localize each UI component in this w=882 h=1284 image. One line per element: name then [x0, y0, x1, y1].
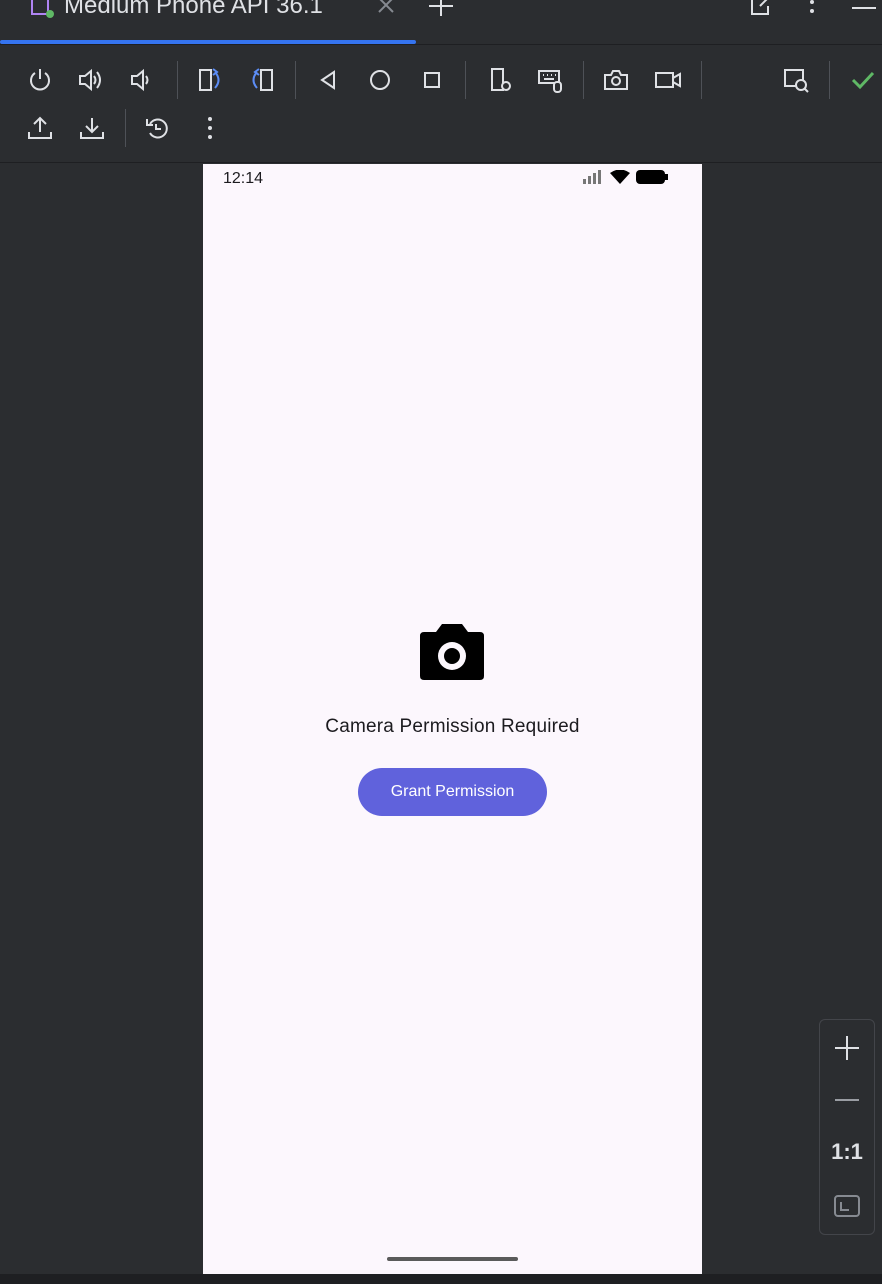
inspect-icon[interactable] [778, 62, 814, 98]
tab-bar: Medium Phone API 36.1 [0, 0, 882, 45]
toolbar-divider [701, 61, 702, 99]
device-tab-icon [30, 0, 54, 20]
rotate-left-icon[interactable] [192, 62, 228, 98]
emulator-toolbar [0, 45, 882, 163]
toolbar-divider [465, 61, 466, 99]
more-options-icon[interactable] [804, 0, 820, 18]
grant-permission-button[interactable]: Grant Permission [358, 768, 547, 816]
check-icon[interactable] [845, 62, 881, 98]
gesture-home-indicator[interactable] [387, 1257, 518, 1261]
toolbar-divider [295, 61, 296, 99]
screenshot-icon[interactable] [598, 62, 634, 98]
volume-up-icon[interactable] [73, 62, 109, 98]
rotate-right-icon[interactable] [244, 62, 280, 98]
toolbar-divider [125, 109, 126, 147]
actual-size-label: 1:1 [831, 1139, 863, 1164]
back-icon[interactable] [310, 62, 346, 98]
plus-icon[interactable] [428, 0, 454, 18]
volume-down-icon[interactable] [123, 62, 159, 98]
toolbar-divider [829, 61, 830, 99]
home-icon[interactable] [362, 62, 398, 98]
bottom-status-bar [0, 1274, 882, 1284]
toolbar-divider [177, 61, 178, 99]
screen-record-icon[interactable] [650, 62, 686, 98]
snapshot-icon[interactable] [140, 110, 176, 146]
device-screen[interactable]: 12:14 Camera Permission Required Grant P… [203, 164, 702, 1274]
signal-icon [583, 170, 601, 184]
active-tab-indicator [0, 40, 416, 44]
device-settings-icon[interactable] [482, 62, 518, 98]
close-icon[interactable] [376, 0, 396, 16]
actual-size-button[interactable]: 1:1 [820, 1132, 874, 1172]
zoom-in-icon[interactable] [820, 1028, 874, 1068]
toolbar-divider [583, 61, 584, 99]
download-icon[interactable] [74, 110, 110, 146]
battery-icon [636, 170, 668, 184]
status-icons [582, 170, 668, 184]
camera-icon [418, 622, 486, 684]
more-icon[interactable] [192, 110, 228, 146]
overview-icon[interactable] [414, 62, 450, 98]
open-external-icon[interactable] [748, 0, 774, 18]
zoom-out-icon[interactable] [820, 1080, 874, 1120]
fit-screen-icon[interactable] [820, 1186, 874, 1226]
upload-icon[interactable] [22, 110, 58, 146]
minimize-icon[interactable] [850, 0, 878, 10]
tab-title[interactable]: Medium Phone API 36.1 [64, 0, 323, 20]
status-time: 12:14 [223, 170, 264, 187]
keyboard-mouse-icon[interactable] [532, 62, 568, 98]
power-icon[interactable] [22, 62, 58, 98]
wifi-icon [610, 170, 630, 184]
zoom-panel: 1:1 [819, 1019, 875, 1235]
permission-title: Camera Permission Required [325, 716, 580, 737]
